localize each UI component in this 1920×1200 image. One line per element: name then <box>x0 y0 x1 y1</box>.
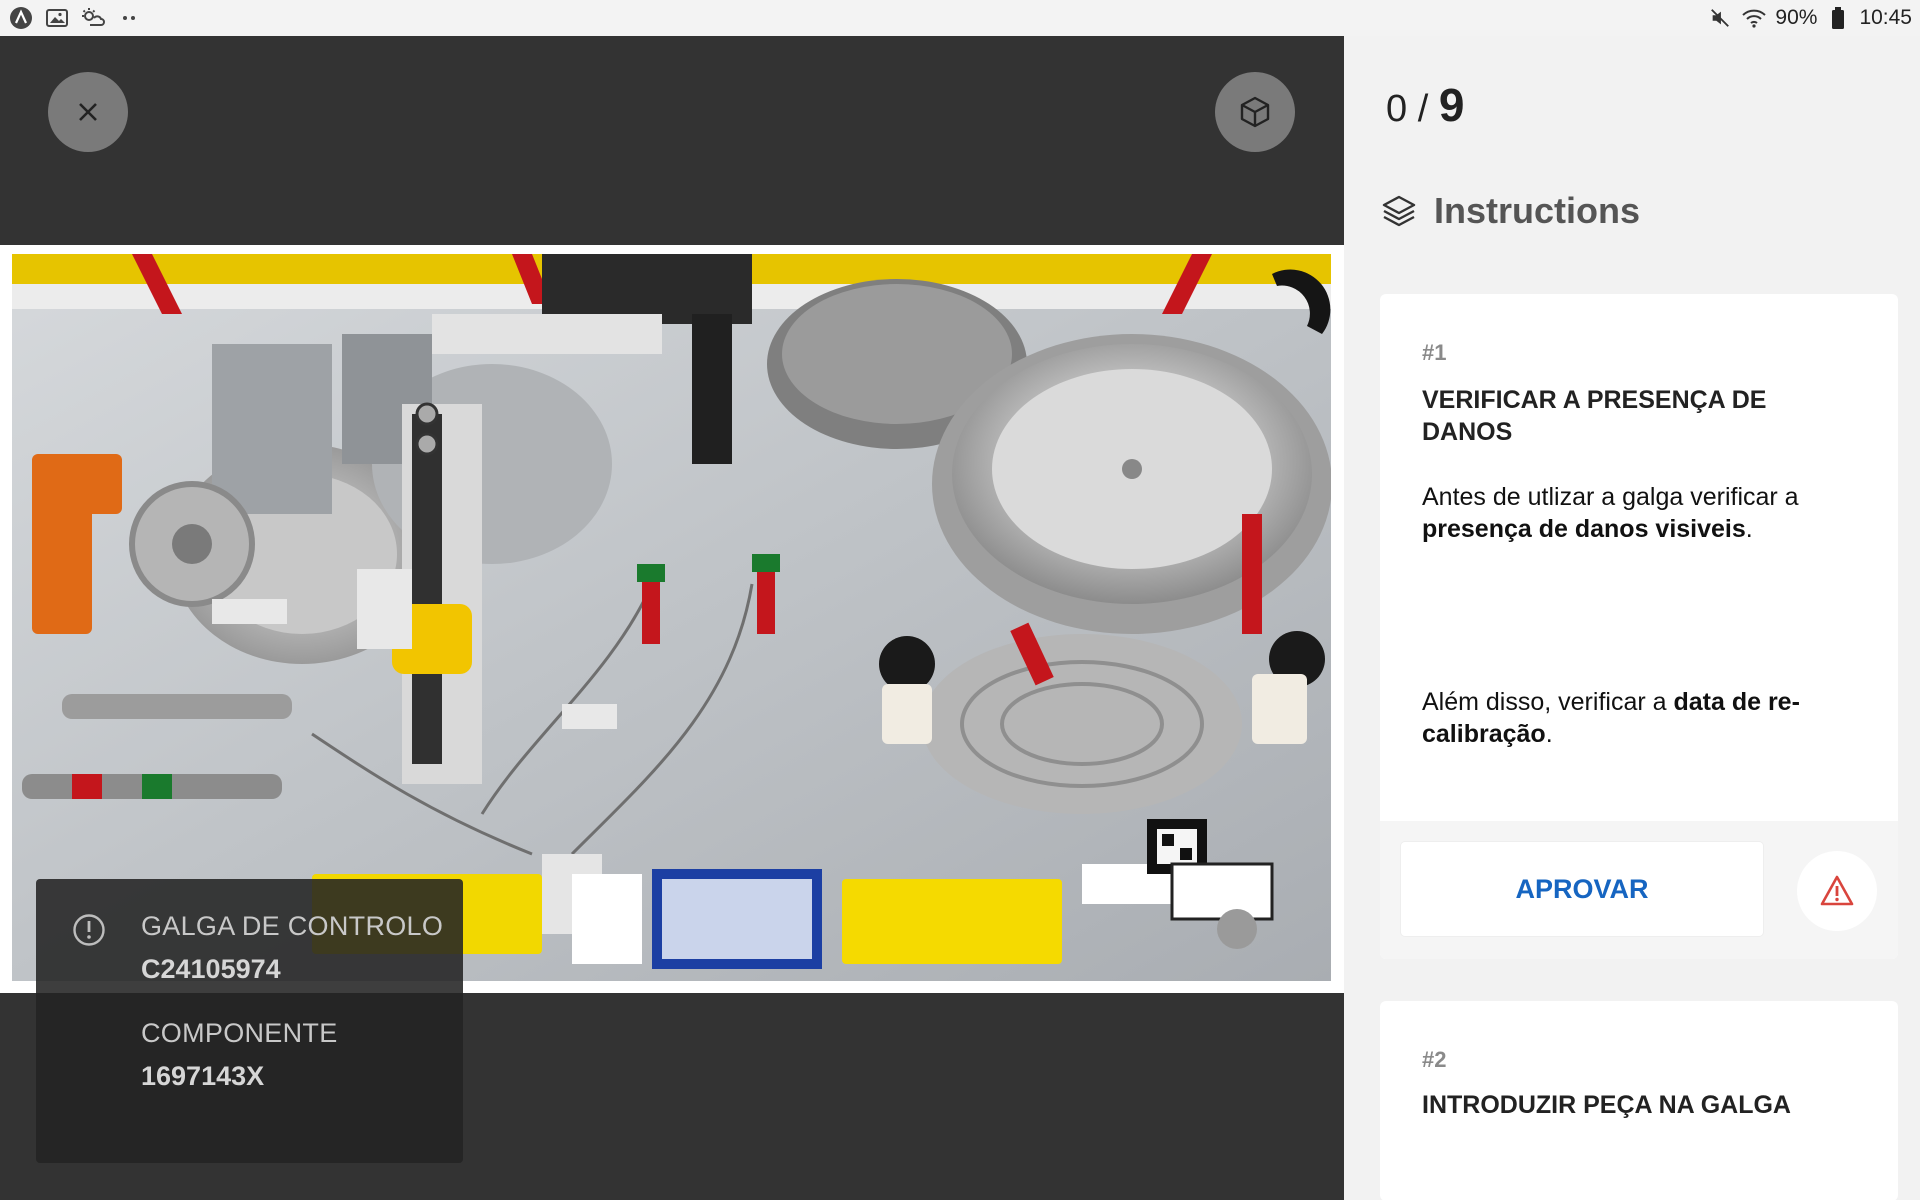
instructions-header: Instructions <box>1380 190 1640 232</box>
step-card-2[interactable]: #2 INTRODUZIR PEÇA NA GALGA <box>1380 1001 1898 1200</box>
approve-button[interactable]: APROVAR <box>1401 842 1763 936</box>
paragraph-end: . <box>1745 515 1753 543</box>
clock: 10:45 <box>1859 6 1912 29</box>
step-number: #2 <box>1422 1047 1447 1072</box>
weather-icon <box>80 5 106 31</box>
info-icon <box>73 914 105 946</box>
step-counter: 0 / 9 <box>1386 78 1464 132</box>
app-logo-icon <box>8 5 34 31</box>
step-counter-current: 0 / <box>1386 88 1439 130</box>
status-bar-notifications <box>8 5 142 31</box>
step-counter-total: 9 <box>1438 79 1465 131</box>
status-bar: 90% 10:45 <box>0 0 1920 36</box>
ar-view-button[interactable] <box>1215 72 1295 152</box>
step-actions: APROVAR <box>1380 821 1898 959</box>
mute-icon <box>1707 5 1733 31</box>
step-paragraph-1: Antes de utlizar a galga verificar a pre… <box>1422 481 1862 545</box>
close-icon <box>79 103 97 121</box>
instructions-panel: 0 / 9 Instructions #1 VERIFICAR A PRESEN… <box>1344 36 1920 1200</box>
more-notifications-icon <box>116 5 142 31</box>
component-info: COMPONENTE 1697143X <box>141 1018 338 1092</box>
step-paragraph-2: Além disso, verificar a data de re-calib… <box>1422 686 1862 750</box>
wifi-icon <box>1741 5 1767 31</box>
image-viewer: GALGA DE CONTROLO C24105974 COMPONENTE 1… <box>0 36 1344 1200</box>
report-issue-button[interactable] <box>1797 851 1877 931</box>
gauge-photo[interactable] <box>12 254 1331 981</box>
paragraph-text: Além disso, verificar a <box>1422 688 1674 716</box>
paragraph-emphasis: presença de danos visiveis <box>1422 515 1746 543</box>
battery-percentage: 90% <box>1775 6 1818 29</box>
battery-icon <box>1825 5 1851 31</box>
layers-icon <box>1382 195 1416 227</box>
step-card-1[interactable]: #1 VERIFICAR A PRESENÇA DE DANOS Antes d… <box>1380 294 1898 959</box>
gauge-info: GALGA DE CONTROLO C24105974 <box>141 911 443 985</box>
gallery-icon <box>44 5 70 31</box>
step-title: VERIFICAR A PRESENÇA DE DANOS <box>1422 386 1767 446</box>
gauge-info-card: GALGA DE CONTROLO C24105974 COMPONENTE 1… <box>36 879 463 1163</box>
cube-icon <box>1240 96 1270 128</box>
paragraph-text: Antes de utlizar a galga verificar a <box>1422 483 1799 511</box>
gauge-photo-illustration <box>12 254 1331 981</box>
step-number: #1 <box>1422 340 1447 365</box>
gauge-label: GALGA DE CONTROLO <box>141 911 444 941</box>
gauge-code: C24105974 <box>141 954 281 984</box>
step-title: INTRODUZIR PEÇA NA GALGA <box>1422 1091 1791 1119</box>
status-bar-system: 90% 10:45 <box>1707 5 1912 31</box>
close-button[interactable] <box>48 72 128 152</box>
instructions-title: Instructions <box>1434 190 1641 231</box>
warning-icon <box>1820 875 1854 906</box>
component-label: COMPONENTE <box>141 1018 338 1048</box>
paragraph-end: . <box>1545 720 1553 748</box>
component-code: 1697143X <box>141 1061 265 1091</box>
